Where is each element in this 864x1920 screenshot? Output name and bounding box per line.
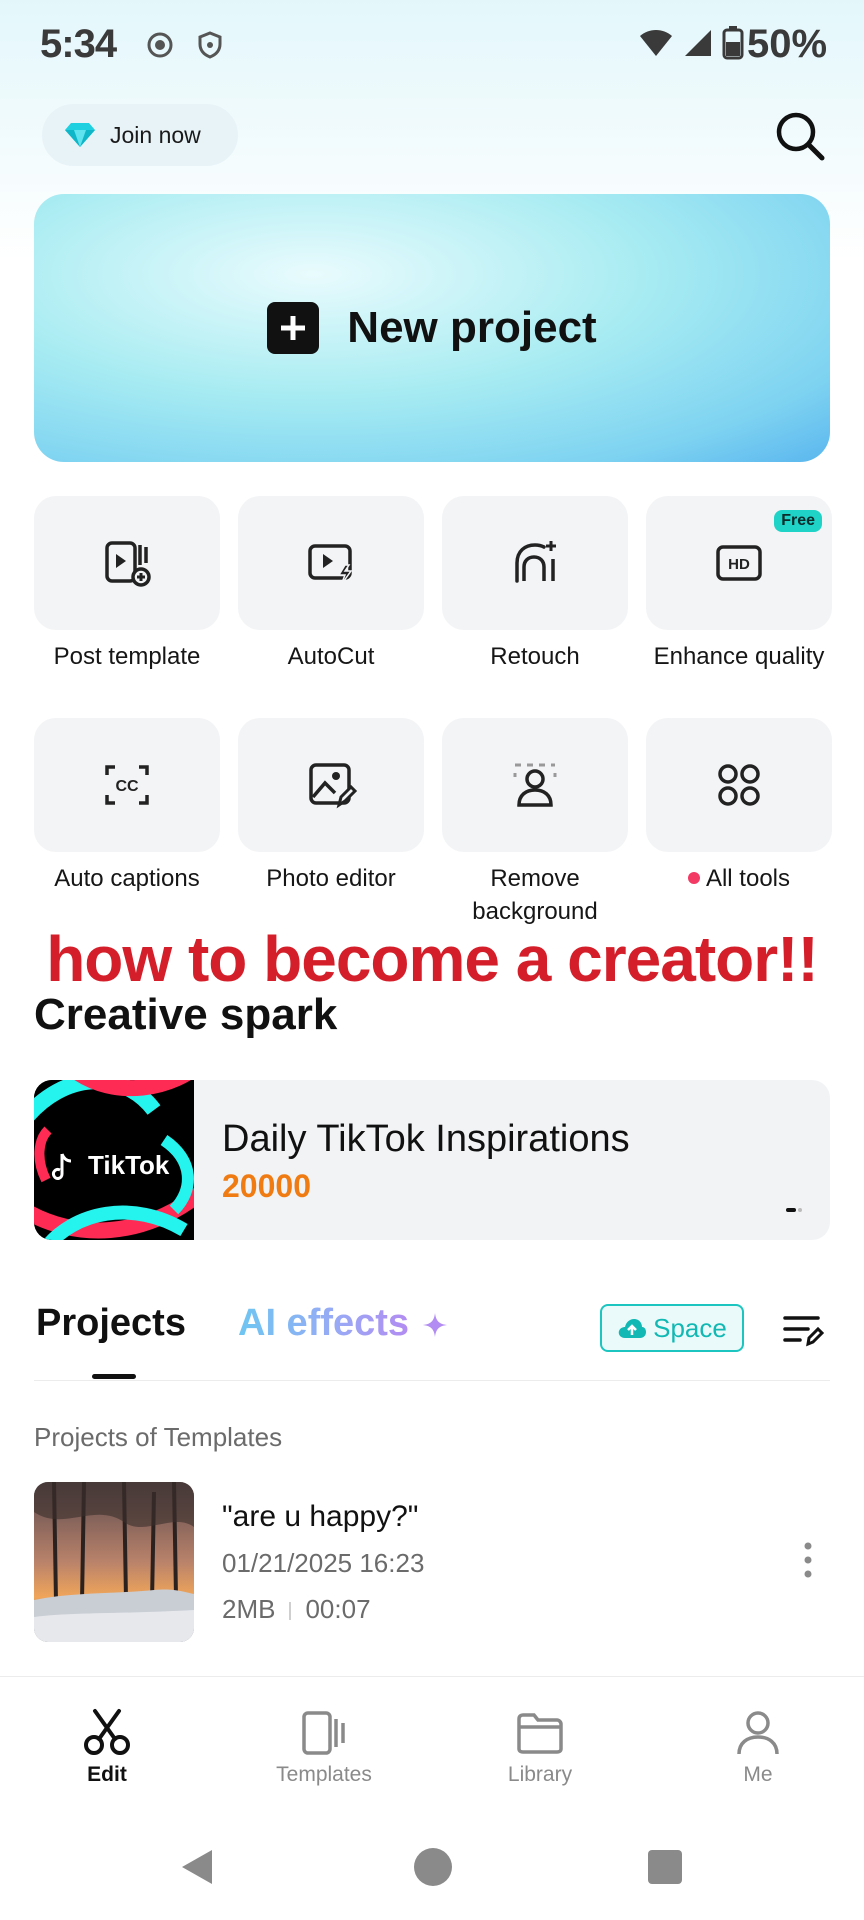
tool-label: Remove background — [472, 865, 598, 925]
nav-label: Library — [507, 1763, 573, 1786]
tool-label: All tools — [705, 865, 791, 892]
status-time: 5:34 — [40, 22, 117, 66]
search-icon[interactable] — [772, 108, 828, 164]
tool-auto-captions[interactable]: CC Auto captions — [34, 718, 220, 895]
projects-section-label: Projects of Templates — [34, 1422, 283, 1452]
diamond-icon — [65, 123, 95, 147]
tool-tile — [442, 718, 628, 852]
nav-templates[interactable]: Templates — [254, 1707, 394, 1787]
project-title: "are u happy?" — [222, 1500, 419, 1533]
tool-tile — [646, 718, 832, 852]
tab-ai-effects[interactable]: AI effects — [238, 1302, 448, 1345]
project-size: 2MB — [222, 1594, 276, 1624]
system-recents-button[interactable] — [648, 1850, 682, 1884]
notification-dot — [687, 871, 700, 884]
sunset-trees-image — [34, 1482, 194, 1642]
system-back-icon[interactable] — [180, 1848, 214, 1886]
nav-label: Me — [743, 1763, 773, 1786]
person-icon — [737, 1711, 779, 1755]
tiktok-brand-label: TikTok — [88, 1150, 170, 1180]
tool-label: Photo editor — [266, 865, 396, 892]
tool-label: AutoCut — [287, 643, 375, 670]
svg-text:CC: CC — [115, 778, 139, 795]
captions-icon: CC — [105, 765, 149, 805]
nav-edit[interactable]: Edit — [37, 1707, 177, 1787]
ai-effects-label: AI effects — [238, 1302, 410, 1344]
tool-tile — [238, 718, 424, 852]
tool-label: Auto captions — [54, 865, 200, 892]
remove-background-icon — [513, 763, 557, 807]
join-now-button[interactable]: Join now — [42, 104, 238, 166]
tab-projects[interactable]: Projects — [36, 1302, 186, 1345]
record-icon — [147, 32, 173, 58]
battery-icon — [722, 26, 744, 60]
active-tab-indicator — [92, 1374, 136, 1379]
spark-card-title: Daily TikTok Inspirations — [222, 1118, 630, 1160]
new-project-button[interactable]: New project — [34, 194, 830, 462]
project-duration: 00:07 — [305, 1594, 371, 1624]
meta-separator — [289, 1602, 292, 1621]
overlay-caption: how to become a creator!! — [46, 923, 819, 995]
shield-icon — [198, 31, 222, 59]
free-badge: Free — [774, 510, 822, 532]
space-label: Space — [653, 1312, 727, 1343]
hd-icon: HD — [716, 545, 762, 581]
nav-label: Edit — [87, 1763, 127, 1786]
space-button[interactable]: Space — [600, 1304, 744, 1352]
tool-label: Post template — [53, 643, 201, 670]
sort-edit-icon[interactable] — [782, 1310, 824, 1350]
photo-edit-icon — [309, 763, 357, 809]
status-bar: 5:34 50% — [0, 0, 864, 90]
nav-library[interactable]: Library — [470, 1707, 610, 1787]
tool-remove-background[interactable]: Remove background — [442, 718, 628, 928]
grid-icon — [718, 764, 760, 806]
tool-all-tools[interactable]: All tools — [646, 718, 832, 895]
tool-tile: Free HD — [646, 496, 832, 630]
join-now-label: Join now — [110, 121, 201, 148]
tool-retouch[interactable]: Retouch — [442, 496, 628, 673]
creative-spark-heading: Creative spark — [34, 990, 338, 1039]
sparkle-icon — [422, 1312, 447, 1337]
tool-tile — [238, 496, 424, 630]
plus-icon — [267, 302, 320, 354]
nav-label: Templates — [276, 1763, 372, 1786]
divider — [34, 1380, 830, 1381]
bottom-navigation: Edit Templates Library Me — [0, 1676, 864, 1800]
scissors-icon — [84, 1709, 130, 1755]
folder-icon — [517, 1713, 563, 1754]
tool-label: Enhance quality — [653, 643, 825, 670]
battery-percent: 50% — [747, 22, 828, 66]
svg-text:HD: HD — [728, 556, 750, 573]
tool-tile — [34, 496, 220, 630]
tool-autocut[interactable]: AutoCut — [238, 496, 424, 673]
cloud-upload-icon — [618, 1319, 647, 1338]
tool-tile — [442, 496, 628, 630]
more-vertical-icon[interactable] — [800, 1540, 816, 1580]
tool-tile: CC — [34, 718, 220, 852]
templates-icon — [302, 1711, 345, 1755]
autocut-icon — [308, 544, 353, 586]
wifi-icon — [640, 30, 672, 56]
tiktok-thumbnail: TikTok — [34, 1080, 194, 1240]
tool-photo-editor[interactable]: Photo editor — [238, 718, 424, 895]
new-project-label: New project — [347, 303, 597, 352]
tool-label: Retouch — [490, 643, 580, 670]
retouch-icon — [515, 541, 556, 583]
tool-label-wrap: All tools — [646, 862, 832, 895]
cell-signal-icon — [685, 30, 711, 56]
post-template-icon — [105, 541, 151, 587]
system-home-button[interactable] — [414, 1848, 452, 1886]
project-meta: 2MB 00:07 — [222, 1594, 371, 1625]
creative-spark-card[interactable]: TikTok Daily TikTok Inspirations 20000 — [34, 1080, 830, 1240]
tool-enhance-quality[interactable]: Free HD Enhance quality — [646, 496, 832, 673]
project-thumbnail[interactable] — [34, 1482, 194, 1642]
tool-post-template[interactable]: Post template — [34, 496, 220, 673]
carousel-indicator — [786, 1208, 802, 1212]
spark-card-count: 20000 — [222, 1168, 311, 1204]
nav-me[interactable]: Me — [688, 1707, 828, 1787]
project-date: 01/21/2025 16:23 — [222, 1548, 425, 1578]
